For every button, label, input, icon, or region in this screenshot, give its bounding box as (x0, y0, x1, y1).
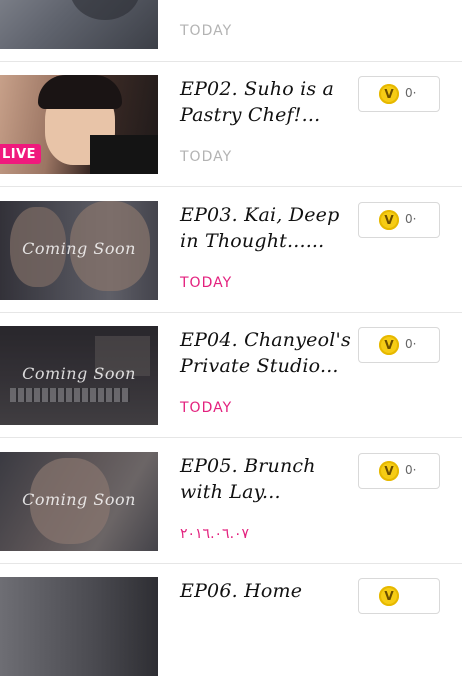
coin-button[interactable]: V (358, 578, 440, 614)
episode-title[interactable]: EP02. Suho is a Pastry Chef!... (180, 76, 355, 128)
coming-soon-label: Coming Soon (22, 490, 136, 509)
episode-thumbnail[interactable]: Coming Soon (0, 326, 158, 425)
coin-count: 0· (405, 463, 417, 477)
episode-title[interactable]: EP03. Kai, Deep in Thought...... (180, 202, 355, 254)
episode-row[interactable]: LIVE EP02. Suho is a Pastry Chef!... TOD… (0, 62, 462, 187)
v-coin-icon: V (379, 461, 399, 481)
coin-button[interactable]: V 0· (358, 202, 440, 238)
episode-title[interactable]: EP06. Home (180, 578, 355, 604)
coin-count: 0· (405, 212, 417, 226)
coin-button[interactable]: V 0· (358, 76, 440, 112)
v-coin-icon: V (379, 335, 399, 355)
episode-row[interactable]: EP06. Home V (0, 564, 462, 689)
episode-row[interactable]: Coming Soon EP03. Kai, Deep in Thought..… (0, 188, 462, 313)
episode-date: TODAY (180, 23, 233, 39)
v-coin-icon: V (379, 84, 399, 104)
episode-title[interactable]: EP04. Chanyeol's Private Studio... (180, 327, 355, 379)
episode-thumbnail[interactable] (0, 0, 158, 49)
episode-title[interactable]: EP05. Brunch with Lay... (180, 453, 355, 505)
episode-row[interactable]: Coming Soon EP05. Brunch with Lay... ٢٠١… (0, 439, 462, 564)
coin-count: 0· (405, 86, 417, 100)
episode-row[interactable]: Coming Soon EP04. Chanyeol's Private Stu… (0, 313, 462, 438)
coin-count: 0· (405, 337, 417, 351)
coin-button[interactable]: V 0· (358, 453, 440, 489)
episode-date: TODAY (180, 275, 233, 291)
episode-date: TODAY (180, 149, 233, 165)
episode-thumbnail[interactable]: Coming Soon (0, 452, 158, 551)
episode-thumbnail[interactable]: LIVE (0, 75, 158, 174)
coming-soon-label: Coming Soon (22, 364, 136, 383)
episode-row[interactable]: TODAY (0, 0, 462, 62)
episode-thumbnail[interactable]: Coming Soon (0, 201, 158, 300)
episode-thumbnail[interactable] (0, 577, 158, 676)
episode-date: ٢٠١٦.٠٦.٠٧ (180, 526, 250, 542)
episode-date: TODAY (180, 400, 233, 416)
coin-button[interactable]: V 0· (358, 327, 440, 363)
v-coin-icon: V (379, 586, 399, 606)
coming-soon-label: Coming Soon (22, 239, 136, 258)
live-badge: LIVE (0, 144, 42, 164)
v-coin-icon: V (379, 210, 399, 230)
